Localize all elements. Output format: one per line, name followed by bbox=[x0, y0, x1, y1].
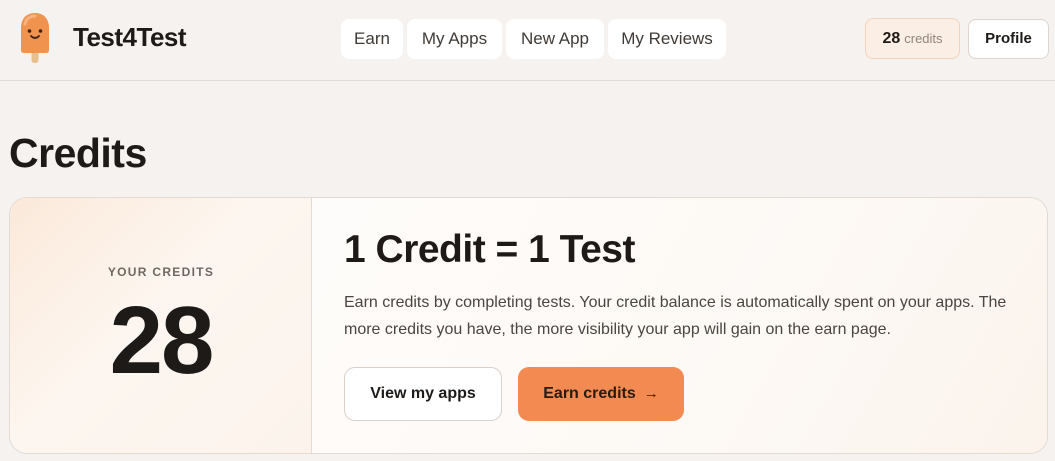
top-header: Test4Test Earn My Apps New App My Review… bbox=[0, 0, 1055, 81]
earn-credits-button[interactable]: Earn credits → bbox=[518, 367, 684, 421]
page-title: Credits bbox=[9, 130, 147, 176]
nav-my-reviews[interactable]: My Reviews bbox=[608, 19, 726, 59]
nav-earn[interactable]: Earn bbox=[341, 19, 403, 59]
popsicle-logo-icon[interactable] bbox=[18, 12, 52, 66]
credits-headline: 1 Credit = 1 Test bbox=[344, 228, 635, 271]
your-credits-label: YOUR CREDITS bbox=[107, 265, 215, 279]
profile-button[interactable]: Profile bbox=[968, 19, 1049, 59]
credits-pill[interactable]: 28 credits bbox=[865, 18, 960, 59]
credits-card: YOUR CREDITS 28 1 Credit = 1 Test Earn c… bbox=[9, 197, 1048, 454]
credits-pill-count: 28 bbox=[882, 30, 901, 47]
credits-balance-panel: YOUR CREDITS 28 bbox=[10, 198, 312, 453]
credits-info-panel: 1 Credit = 1 Test Earn credits by comple… bbox=[313, 198, 1047, 453]
brand-name[interactable]: Test4Test bbox=[73, 22, 187, 53]
view-my-apps-button[interactable]: View my apps bbox=[344, 367, 502, 421]
arrow-right-icon: → bbox=[643, 385, 659, 402]
nav-new-app[interactable]: New App bbox=[506, 19, 604, 59]
nav-my-apps[interactable]: My Apps bbox=[407, 19, 502, 59]
credits-description: Earn credits by completing tests. Your c… bbox=[344, 294, 1007, 338]
credits-pill-label: credits bbox=[904, 31, 943, 46]
credits-balance-value: 28 bbox=[109, 287, 215, 394]
earn-credits-label: Earn credits bbox=[543, 385, 636, 402]
